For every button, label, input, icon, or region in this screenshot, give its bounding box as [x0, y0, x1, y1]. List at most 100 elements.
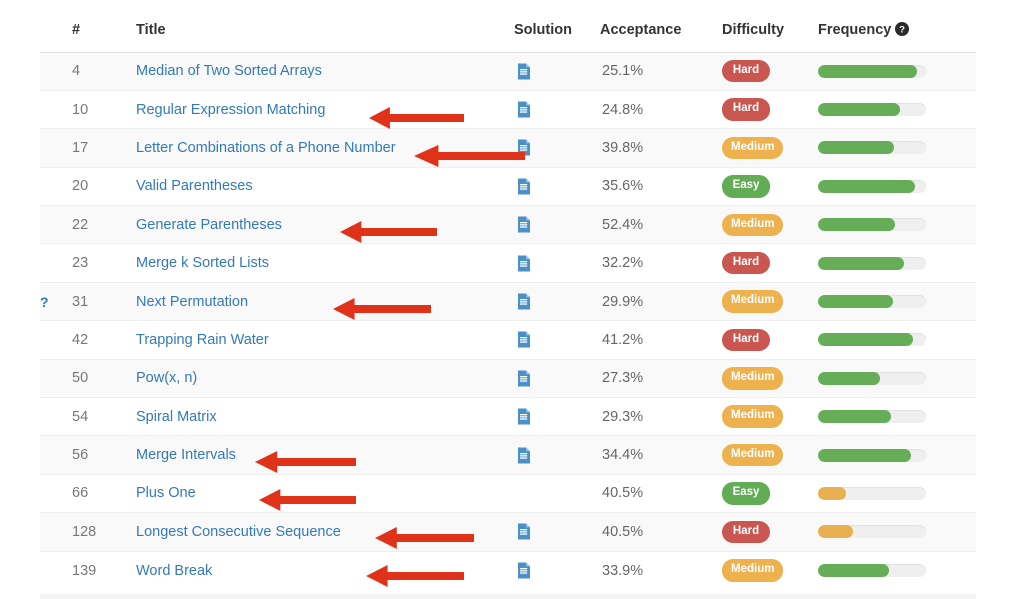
problem-number: 56: [68, 435, 130, 475]
difficulty-cell: Medium: [722, 205, 818, 245]
document-icon[interactable]: [517, 101, 531, 118]
table-row[interactable]: 139 Word Break 33.9% Medium: [40, 551, 976, 590]
difficulty-badge: Medium: [722, 367, 784, 390]
frequency-bar-track: [818, 218, 926, 232]
table-row[interactable]: 17 Letter Combinations of a Phone Number 3…: [40, 128, 976, 168]
column-header-solution[interactable]: Solution: [514, 0, 600, 53]
acceptance-rate: 35.6%: [602, 178, 644, 195]
column-header-difficulty[interactable]: Difficulty: [722, 0, 818, 53]
frequency-bar-fill: [818, 295, 893, 309]
solution-cell[interactable]: [514, 435, 600, 475]
table-row[interactable]: 50 Pow(x, n) 27.3% Medium: [40, 358, 976, 399]
column-header-frequency[interactable]: Frequency?: [818, 0, 976, 53]
solution-cell[interactable]: [514, 128, 600, 168]
acceptance-rate: 24.8%: [602, 101, 644, 118]
solution-cell[interactable]: [514, 244, 600, 282]
table-row[interactable]: 56 Merge Intervals 34.4% Medium: [40, 435, 976, 475]
acceptance-rate: 33.9%: [602, 562, 644, 579]
solution-cell[interactable]: [514, 90, 600, 128]
frequency-cell: [818, 435, 976, 475]
status-marker: [40, 321, 68, 359]
document-icon[interactable]: [517, 331, 531, 348]
document-icon[interactable]: [517, 447, 531, 464]
problem-title-link[interactable]: Valid Parentheses: [136, 178, 253, 194]
difficulty-badge: Medium: [722, 290, 784, 313]
table-row[interactable]: 128 Longest Consecutive Sequence 40.5% Hard: [40, 512, 976, 552]
column-header-acceptance[interactable]: Acceptance: [600, 0, 722, 53]
solution-cell[interactable]: [514, 167, 600, 205]
document-icon[interactable]: [517, 562, 531, 579]
problem-title-link[interactable]: Pow(x, n): [136, 370, 197, 386]
solution-cell[interactable]: [514, 358, 600, 399]
problem-title-link[interactable]: Merge k Sorted Lists: [136, 255, 269, 271]
document-icon[interactable]: [517, 408, 531, 425]
column-header-title[interactable]: Title: [130, 0, 514, 53]
problem-number: 66: [72, 485, 89, 502]
problem-title-link[interactable]: Spiral Matrix: [136, 409, 217, 425]
document-icon[interactable]: [517, 178, 531, 195]
table-row[interactable]: 4 Median of Two Sorted Arrays 25.1% Hard: [40, 51, 976, 91]
document-icon[interactable]: [517, 63, 531, 80]
status-marker: [40, 128, 68, 168]
problem-list-page: # Title Solution Acceptance Difficulty F…: [0, 0, 1024, 599]
acceptance-rate: 29.9%: [600, 281, 722, 322]
document-icon[interactable]: [517, 255, 531, 272]
table-row[interactable]: ? 31 Next Permutation 29.9% Medium: [40, 281, 976, 322]
frequency-bar-fill: [818, 218, 895, 232]
document-icon[interactable]: [517, 139, 531, 156]
frequency-cell: [818, 474, 976, 512]
table-row[interactable]: 23 Merge k Sorted Lists 32.2% Hard: [40, 243, 976, 283]
problem-title-link[interactable]: Plus One: [136, 485, 196, 501]
problem-title-link[interactable]: Letter Combinations of a Phone Number: [136, 140, 396, 156]
frequency-bar-track: [818, 333, 926, 347]
table-row[interactable]: 20 Valid Parentheses 35.6% Easy: [40, 167, 976, 206]
problem-title-link[interactable]: Median of Two Sorted Arrays: [136, 63, 322, 79]
solution-cell[interactable]: [514, 205, 600, 245]
solution-cell[interactable]: [514, 551, 600, 589]
acceptance-rate: 32.2%: [602, 255, 644, 272]
status-marker: [40, 90, 68, 128]
document-icon[interactable]: [517, 216, 531, 233]
status-marker[interactable]: ?: [40, 281, 68, 322]
difficulty-cell: Hard: [722, 244, 818, 282]
problem-title-link[interactable]: Regular Expression Matching: [136, 102, 325, 118]
solution-cell: [514, 474, 600, 512]
question-circle-icon[interactable]: ?: [895, 21, 910, 36]
table-row[interactable]: 42 Trapping Rain Water 41.2% Hard: [40, 320, 976, 360]
document-icon[interactable]: [517, 370, 531, 387]
document-icon[interactable]: [517, 523, 531, 540]
problem-title-link[interactable]: Longest Consecutive Sequence: [136, 524, 341, 540]
solution-cell[interactable]: [514, 512, 600, 552]
column-header-status[interactable]: [40, 0, 68, 53]
frequency-bar-track: [818, 295, 926, 309]
problem-title-link[interactable]: Trapping Rain Water: [136, 332, 269, 348]
frequency-bar-fill: [818, 256, 905, 270]
problem-title-link[interactable]: Generate Parentheses: [136, 217, 282, 233]
difficulty-cell: Easy: [722, 474, 818, 512]
table-row[interactable]: 22 Generate Parentheses 52.4% Medium: [40, 205, 976, 245]
document-icon[interactable]: [517, 293, 531, 310]
problem-title-cell: Word Break: [130, 551, 514, 589]
problem-title-cell: Median of Two Sorted Arrays: [130, 51, 514, 91]
svg-text:?: ?: [899, 24, 905, 35]
difficulty-badge: Hard: [722, 59, 770, 83]
solution-cell[interactable]: [514, 281, 600, 322]
frequency-cell: [818, 398, 976, 436]
solution-cell[interactable]: [514, 321, 600, 359]
problem-title-link[interactable]: Next Permutation: [136, 294, 248, 310]
acceptance-rate: 39.8%: [600, 128, 722, 168]
difficulty-cell: Hard: [722, 321, 818, 359]
solution-cell[interactable]: [514, 51, 600, 91]
table-row[interactable]: 10 Regular Expression Matching 24.8% Hard: [40, 90, 976, 129]
table-row[interactable]: 54 Spiral Matrix 29.3% Medium: [40, 397, 976, 436]
problem-title-cell: Valid Parentheses: [130, 167, 514, 205]
problem-title-link[interactable]: Merge Intervals: [136, 447, 236, 463]
column-header-number[interactable]: #: [68, 0, 130, 53]
frequency-bar-track: [818, 179, 926, 193]
table-row[interactable]: 66 Plus One 40.5% Easy: [40, 474, 976, 513]
solution-cell[interactable]: [514, 398, 600, 436]
difficulty-badge: Medium: [722, 443, 784, 467]
status-marker: [40, 358, 68, 399]
problem-title-link[interactable]: Word Break: [136, 563, 212, 579]
status-marker: [40, 435, 68, 475]
